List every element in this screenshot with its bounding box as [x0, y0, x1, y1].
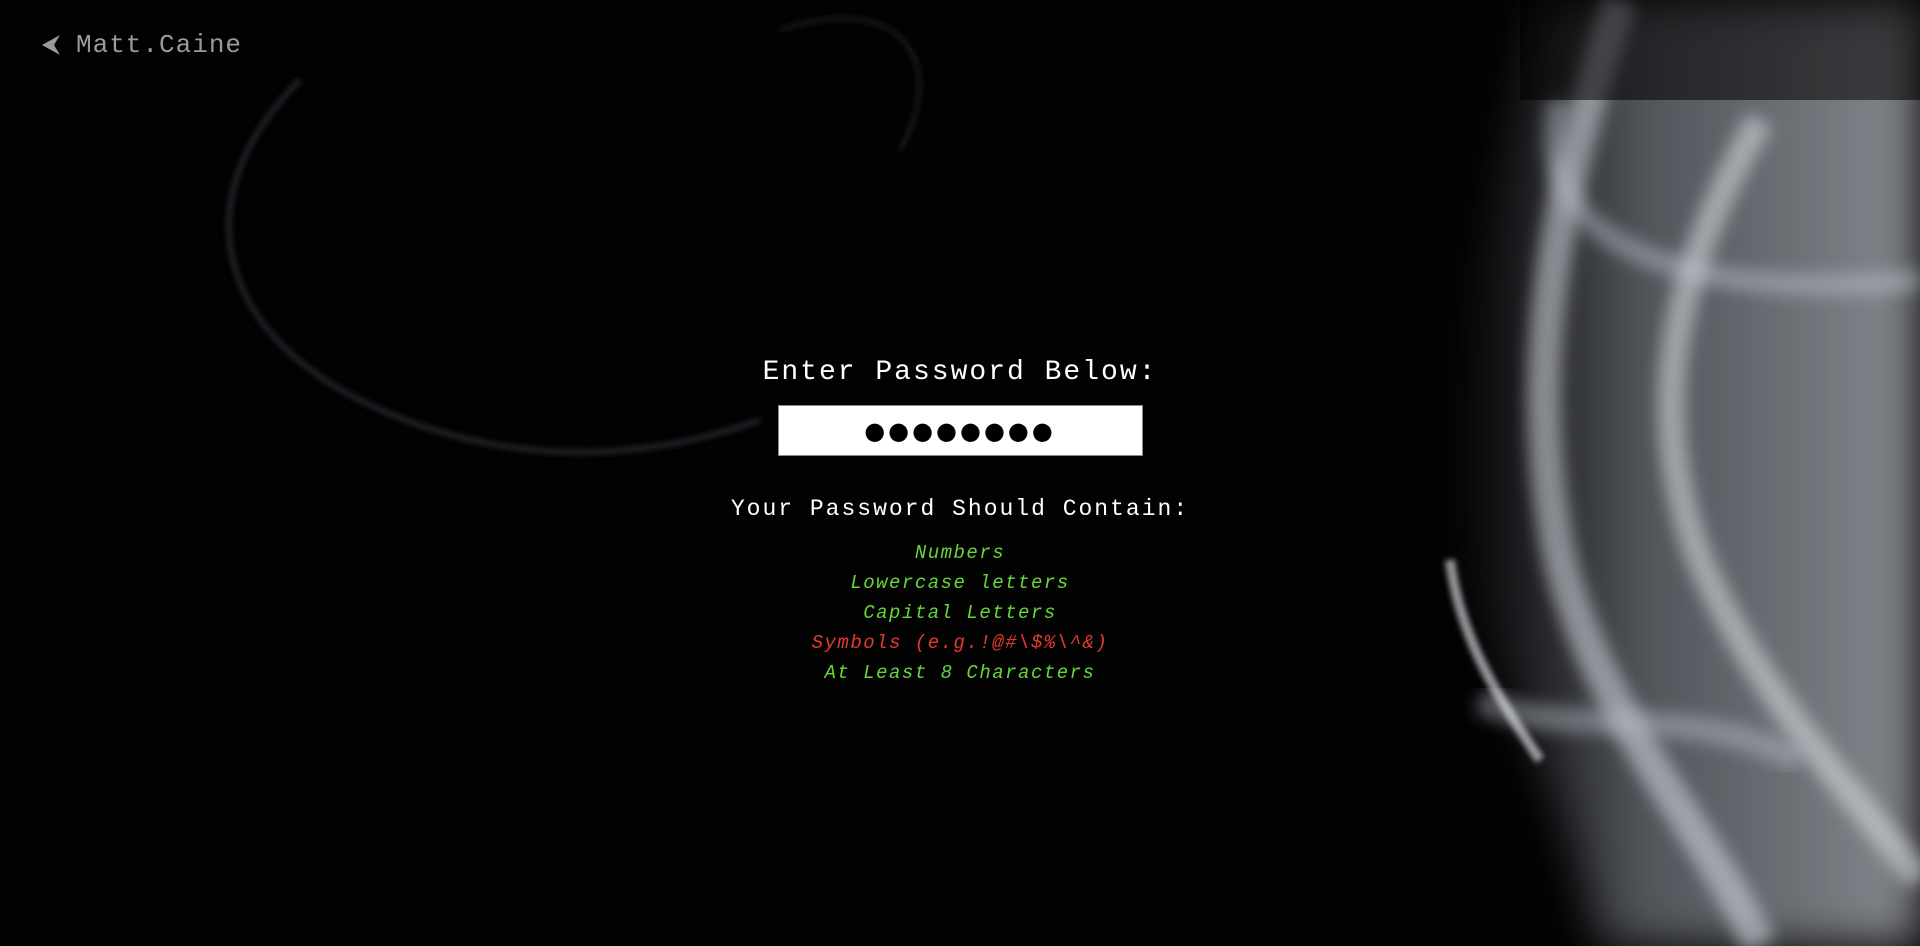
top-right-shade [1520, 0, 1920, 100]
requirement-symbols: Symbols (e.g.!@#\$%\^&) [811, 632, 1109, 654]
password-field[interactable] [777, 405, 1143, 456]
requirement-length: At Least 8 Characters [824, 662, 1096, 684]
requirement-numbers: Numbers [914, 542, 1006, 564]
back-link-label: Matt.Caine [76, 30, 243, 60]
chevron-left-icon [40, 33, 62, 57]
requirements-list: Numbers Lowercase letters Capital Letter… [0, 538, 1920, 688]
password-form: Enter Password Below: Your Password Shou… [0, 355, 1920, 688]
login-page: Matt.Caine Enter Password Below: Your Pa… [0, 0, 1920, 946]
requirement-lowercase: Lowercase letters [850, 572, 1070, 594]
back-link[interactable]: Matt.Caine [40, 30, 242, 60]
password-prompt: Enter Password Below: [762, 357, 1158, 388]
requirement-capitals: Capital Letters [863, 602, 1057, 624]
requirements-title: Your Password Should Contain: [730, 496, 1190, 522]
